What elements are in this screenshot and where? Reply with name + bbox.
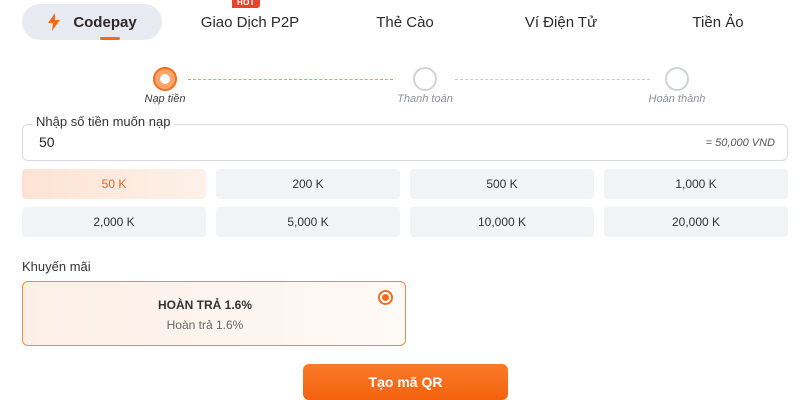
converted-amount: = 50,000 VND	[705, 137, 775, 149]
step-label-deposit: Nạp tiền	[144, 93, 186, 105]
promotion-radio[interactable]	[378, 290, 393, 305]
promotion-title: HOÀN TRẢ 1.6%	[157, 298, 252, 312]
step-label-payment: Thanh toán	[397, 93, 453, 105]
tab-label: Tiền Ảo	[692, 13, 744, 31]
active-tab-indicator	[100, 37, 120, 40]
preset-200k[interactable]: 200 K	[216, 169, 400, 199]
tab-crypto[interactable]: Tiền Ảo	[648, 4, 788, 40]
amount-field[interactable]: = 50,000 VND	[22, 124, 788, 161]
tab-e-wallet[interactable]: Ví Điện Tử	[491, 4, 631, 40]
amount-field-label: Nhập số tiền muốn nạp	[32, 114, 175, 129]
preset-10000k[interactable]: 10,000 K	[410, 207, 594, 237]
step-indicator-payment	[413, 67, 437, 91]
preset-500k[interactable]: 500 K	[410, 169, 594, 199]
promotion-option[interactable]: HOÀN TRẢ 1.6% Hoàn trả 1.6%	[22, 281, 406, 346]
preset-50k[interactable]: 50 K	[22, 169, 206, 199]
step-label-complete: Hoàn thành	[648, 93, 706, 105]
step-indicator-complete	[665, 67, 689, 91]
progress-stepper: Nạp tiền Thanh toán Hoàn thành	[0, 62, 800, 108]
tab-codepay[interactable]: Codepay	[22, 4, 162, 40]
tab-label: Thẻ Cào	[376, 13, 434, 31]
hot-badge: HOT	[232, 0, 260, 8]
tab-p2p[interactable]: Giao Dịch P2P	[180, 4, 320, 40]
tab-label: Giao Dịch P2P	[200, 13, 300, 31]
amount-input[interactable]	[39, 134, 539, 150]
promotion-subtitle: Hoàn trả 1.6%	[166, 318, 244, 332]
preset-2000k[interactable]: 2,000 K	[22, 207, 206, 237]
promotion-heading: Khuyến mãi	[22, 259, 91, 274]
tab-label: Ví Điện Tử	[524, 13, 598, 31]
preset-1000k[interactable]: 1,000 K	[604, 169, 788, 199]
preset-5000k[interactable]: 5,000 K	[216, 207, 400, 237]
step-connector	[188, 79, 393, 80]
payment-method-tabs: Codepay Giao Dịch P2P HOT Thẻ Cào Ví Điệ…	[0, 0, 800, 44]
step-connector	[455, 79, 650, 80]
create-qr-button[interactable]: Tạo mã QR	[303, 364, 508, 400]
step-indicator-deposit	[153, 67, 177, 91]
lightning-bolt-icon	[48, 13, 61, 31]
tab-scratch-card[interactable]: Thẻ Cào	[335, 4, 475, 40]
tab-label: Codepay	[73, 13, 137, 31]
preset-20000k[interactable]: 20,000 K	[604, 207, 788, 237]
